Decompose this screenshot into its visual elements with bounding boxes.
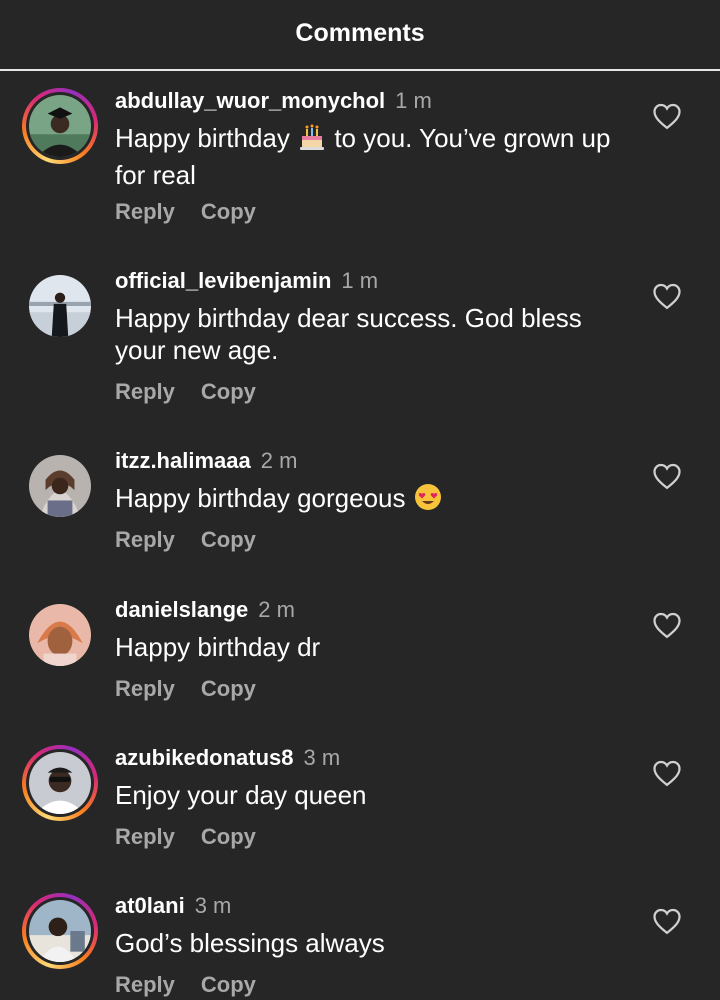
comments-header: Comments — [0, 0, 720, 71]
heart-icon[interactable] — [652, 102, 682, 130]
comment-time: 1 m — [395, 88, 432, 113]
comment-time: 3 m — [194, 893, 232, 918]
heart-icon[interactable] — [652, 462, 682, 490]
heart-icon[interactable] — [652, 907, 682, 935]
comment-text: God’s blessings always — [115, 928, 385, 958]
heart-icon[interactable] — [652, 759, 682, 787]
avatar[interactable] — [22, 88, 98, 164]
comment-meta: official_levibenjamin 1 m — [115, 268, 378, 294]
avatar[interactable] — [22, 745, 98, 821]
comment-actions: Reply Copy — [115, 676, 256, 702]
username-link[interactable]: official_levibenjamin — [115, 268, 331, 293]
heart-eyes-icon — [413, 482, 443, 519]
comment-actions: Reply Copy — [115, 972, 256, 998]
comment-text: Happy birthday gorgeous — [115, 482, 635, 519]
avatar[interactable] — [22, 268, 98, 344]
copy-button[interactable]: Copy — [201, 824, 256, 849]
avatar[interactable] — [22, 893, 98, 969]
username-link[interactable]: azubikedonatus8 — [115, 745, 293, 770]
comment-text: Happy birthday dear success. God bless y… — [115, 303, 582, 365]
comment-time: 2 m — [258, 597, 295, 622]
comment-meta: azubikedonatus8 3 m — [115, 745, 340, 771]
page-title: Comments — [295, 19, 425, 47]
username-link[interactable]: at0lani — [115, 893, 185, 918]
username-link[interactable]: danielslange — [115, 597, 248, 622]
comment-time: 3 m — [303, 745, 341, 770]
heart-icon[interactable] — [652, 611, 682, 639]
comment-actions: Reply Copy — [115, 199, 256, 225]
comment-text-part: Happy birthday — [115, 123, 298, 153]
reply-button[interactable]: Reply — [115, 199, 175, 224]
comment-meta: at0lani 3 m — [115, 893, 231, 919]
comment-text: Happy birthday to you. You’ve grown up f… — [115, 122, 635, 191]
comment-text: Happy birthday dr — [115, 632, 321, 662]
reply-button[interactable]: Reply — [115, 972, 175, 997]
avatar[interactable] — [22, 597, 98, 673]
heart-icon[interactable] — [652, 282, 682, 310]
comment-meta: itzz.halimaaa 2 m — [115, 448, 297, 474]
avatar[interactable] — [22, 448, 98, 524]
copy-button[interactable]: Copy — [201, 527, 256, 552]
reply-button[interactable]: Reply — [115, 527, 175, 552]
copy-button[interactable]: Copy — [201, 972, 256, 997]
comment-text: Enjoy your day queen — [115, 780, 367, 810]
comment-text-part: Happy birthday gorgeous — [115, 483, 406, 513]
birthday-cake-icon — [297, 122, 327, 159]
comment-meta: danielslange 2 m — [115, 597, 295, 623]
reply-button[interactable]: Reply — [115, 676, 175, 701]
comment-actions: Reply Copy — [115, 824, 256, 850]
copy-button[interactable]: Copy — [201, 379, 256, 404]
reply-button[interactable]: Reply — [115, 379, 175, 404]
comment-actions: Reply Copy — [115, 379, 256, 405]
copy-button[interactable]: Copy — [201, 676, 256, 701]
username-link[interactable]: abdullay_wuor_monychol — [115, 88, 385, 113]
comment-time: 2 m — [260, 448, 298, 473]
copy-button[interactable]: Copy — [201, 199, 256, 224]
comment-time: 1 m — [341, 268, 379, 293]
reply-button[interactable]: Reply — [115, 824, 175, 849]
username-link[interactable]: itzz.halimaaa — [115, 448, 251, 473]
comment-meta: abdullay_wuor_monychol 1 m — [115, 88, 432, 114]
comment-actions: Reply Copy — [115, 527, 256, 553]
